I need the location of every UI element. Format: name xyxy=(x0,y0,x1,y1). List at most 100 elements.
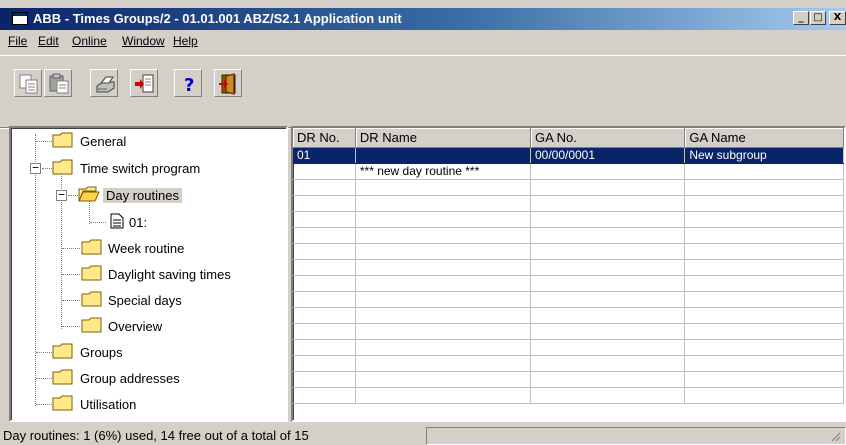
table-row[interactable] xyxy=(293,195,844,212)
empty-cell[interactable] xyxy=(684,387,844,404)
empty-cell[interactable] xyxy=(684,323,844,340)
empty-cell[interactable] xyxy=(530,211,686,228)
menu-file[interactable]: File xyxy=(8,34,27,48)
empty-cell[interactable] xyxy=(293,307,356,324)
table-row[interactable]: 01 00/00/0001 New subgroup xyxy=(293,147,844,164)
new-day-routine-cell[interactable]: *** new day routine *** xyxy=(355,163,531,180)
cell-dr-no[interactable]: 01 xyxy=(293,147,356,164)
column-header-ga-no[interactable]: GA No. xyxy=(530,128,686,148)
tree-item-groups[interactable]: Groups xyxy=(11,341,281,363)
empty-cell[interactable] xyxy=(355,291,531,308)
empty-cell[interactable] xyxy=(293,179,356,196)
tree-item-time-switch-program[interactable]: − Time switch program xyxy=(11,157,281,179)
tree-item-overview[interactable]: Overview xyxy=(11,315,281,337)
empty-cell[interactable] xyxy=(355,211,531,228)
tree-item-day-routine-01[interactable]: 01: xyxy=(11,211,281,233)
cell-ga-no[interactable]: 00/00/0001 xyxy=(530,147,686,164)
empty-cell[interactable] xyxy=(530,227,686,244)
empty-cell[interactable] xyxy=(293,195,356,212)
empty-cell[interactable] xyxy=(530,355,686,372)
table-row[interactable] xyxy=(293,387,844,404)
empty-cell[interactable] xyxy=(293,387,356,404)
empty-cell[interactable] xyxy=(684,275,844,292)
cell-ga-no[interactable] xyxy=(530,163,686,180)
empty-cell[interactable] xyxy=(684,179,844,196)
empty-cell[interactable] xyxy=(530,323,686,340)
empty-cell[interactable] xyxy=(293,291,356,308)
table-row[interactable] xyxy=(293,243,844,260)
table-row[interactable] xyxy=(293,371,844,388)
empty-cell[interactable] xyxy=(355,339,531,356)
empty-cell[interactable] xyxy=(355,307,531,324)
day-routine-grid[interactable]: DR No. DR Name GA No. GA Name 01 00/00/0… xyxy=(291,126,846,422)
empty-cell[interactable] xyxy=(530,259,686,276)
column-header-ga-name[interactable]: GA Name xyxy=(684,128,844,148)
exit-button[interactable] xyxy=(214,69,242,97)
empty-cell[interactable] xyxy=(684,339,844,356)
empty-cell[interactable] xyxy=(355,323,531,340)
empty-cell[interactable] xyxy=(293,323,356,340)
empty-cell[interactable] xyxy=(530,243,686,260)
navigation-tree[interactable]: General − Time switch program − Day rout… xyxy=(9,126,288,422)
maximize-button[interactable]: □ xyxy=(810,11,826,25)
menu-window[interactable]: Window xyxy=(122,34,165,48)
table-row[interactable] xyxy=(293,323,844,340)
empty-cell[interactable] xyxy=(530,275,686,292)
table-row[interactable] xyxy=(293,259,844,276)
tree-item-week-routine[interactable]: Week routine xyxy=(11,237,281,259)
empty-cell[interactable] xyxy=(530,387,686,404)
tree-item-utilisation[interactable]: Utilisation xyxy=(11,393,281,415)
table-row[interactable]: *** new day routine *** xyxy=(293,163,844,180)
empty-cell[interactable] xyxy=(684,291,844,308)
minimize-button[interactable]: _ xyxy=(793,11,809,25)
empty-cell[interactable] xyxy=(293,227,356,244)
empty-cell[interactable] xyxy=(684,243,844,260)
empty-cell[interactable] xyxy=(293,275,356,292)
empty-cell[interactable] xyxy=(355,227,531,244)
empty-cell[interactable] xyxy=(355,355,531,372)
table-row[interactable] xyxy=(293,227,844,244)
tree-item-group-addresses[interactable]: Group addresses xyxy=(11,367,281,389)
table-row[interactable] xyxy=(293,179,844,196)
column-header-dr-no[interactable]: DR No. xyxy=(293,128,356,148)
cell-dr-name[interactable] xyxy=(355,147,531,164)
empty-cell[interactable] xyxy=(355,387,531,404)
menu-help[interactable]: Help xyxy=(173,34,198,48)
table-row[interactable] xyxy=(293,355,844,372)
tree-item-special-days[interactable]: Special days xyxy=(11,289,281,311)
empty-cell[interactable] xyxy=(293,211,356,228)
copy-button[interactable] xyxy=(14,69,42,97)
collapse-toggle[interactable]: − xyxy=(30,162,41,174)
tree-item-day-routines[interactable]: − Day routines xyxy=(11,184,281,206)
resize-grip-icon[interactable] xyxy=(831,432,841,442)
help-button[interactable]: ? xyxy=(174,69,202,97)
table-row[interactable] xyxy=(293,211,844,228)
menu-edit[interactable]: Edit xyxy=(38,34,59,48)
empty-cell[interactable] xyxy=(684,195,844,212)
menu-online[interactable]: Online xyxy=(72,34,107,48)
tree-item-general[interactable]: General xyxy=(11,130,281,152)
empty-cell[interactable] xyxy=(355,371,531,388)
empty-cell[interactable] xyxy=(530,307,686,324)
column-header-dr-name[interactable]: DR Name xyxy=(355,128,531,148)
empty-cell[interactable] xyxy=(293,259,356,276)
empty-cell[interactable] xyxy=(530,371,686,388)
empty-cell[interactable] xyxy=(530,179,686,196)
empty-cell[interactable] xyxy=(355,243,531,260)
collapse-toggle[interactable]: − xyxy=(56,189,67,201)
empty-cell[interactable] xyxy=(355,179,531,196)
empty-cell[interactable] xyxy=(684,211,844,228)
empty-cell[interactable] xyxy=(530,339,686,356)
empty-cell[interactable] xyxy=(530,291,686,308)
empty-cell[interactable] xyxy=(530,195,686,212)
empty-cell[interactable] xyxy=(684,227,844,244)
empty-cell[interactable] xyxy=(293,355,356,372)
empty-cell[interactable] xyxy=(684,371,844,388)
paste-button[interactable] xyxy=(44,69,72,97)
empty-cell[interactable] xyxy=(293,243,356,260)
table-row[interactable] xyxy=(293,291,844,308)
title-bar[interactable]: ABB - Times Groups/2 - 01.01.001 ABZ/S2.… xyxy=(0,8,846,30)
empty-cell[interactable] xyxy=(355,195,531,212)
empty-cell[interactable] xyxy=(355,259,531,276)
table-row[interactable] xyxy=(293,307,844,324)
